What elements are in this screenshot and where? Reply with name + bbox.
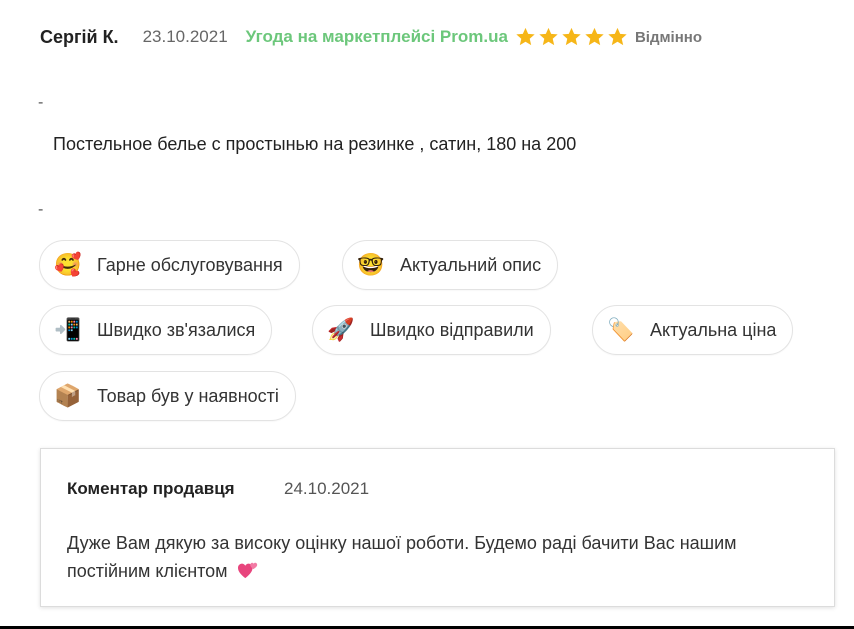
- star-icon: [539, 27, 558, 46]
- seller-comment-title: Коментар продавця: [67, 479, 235, 498]
- tag-good-service: 🥰 Гарне обслуговування: [39, 240, 300, 290]
- review-header: Сергій К. 23.10.2021 Угода на маркетплей…: [40, 24, 702, 50]
- tag-label: Актуальний опис: [400, 254, 542, 275]
- tag-label: Гарне обслуговування: [97, 254, 283, 275]
- tag-quick-shipping: 🚀 Швидко відправили: [312, 305, 551, 355]
- tag-in-stock: 📦 Товар був у наявності: [39, 371, 296, 421]
- tag-label: Швидко відправили: [370, 319, 534, 340]
- rating-label: Відмінно: [634, 28, 703, 46]
- seller-comment-text: Дуже Вам дякую за високу оцінку нашої ро…: [67, 533, 737, 581]
- review-author: Сергій К.: [40, 26, 119, 47]
- tag-quick-contact: 📲 Швидко зв'язалися: [39, 305, 273, 355]
- tag-accurate-description: 🤓 Актуальний опис: [342, 240, 559, 290]
- separator-dash: -: [38, 94, 44, 111]
- tag-label: Актуальна ціна: [650, 319, 777, 340]
- two-hearts-icon: [237, 562, 257, 579]
- seller-comment-card: Коментар продавця 24.10.2021 Дуже Вам дя…: [40, 448, 835, 607]
- package-icon: 📦: [54, 383, 82, 408]
- price-tag-icon: 🏷️: [607, 317, 635, 342]
- tag-accurate-price: 🏷️ Актуальна ціна: [592, 305, 794, 355]
- separator-dash: -: [38, 201, 44, 218]
- tag-label: Швидко зв'язалися: [97, 319, 256, 340]
- smiling-face-with-hearts-icon: 🥰: [54, 252, 82, 277]
- tag-label: Товар був у наявності: [97, 385, 279, 406]
- star-icon: [562, 27, 581, 46]
- marketplace-deal-label: Угода на маркетплейсі Prom.ua: [245, 27, 508, 46]
- nerd-face-icon: 🤓: [357, 252, 385, 277]
- mobile-phone-arrow-icon: 📲: [54, 317, 82, 342]
- rocket-icon: 🚀: [327, 317, 355, 342]
- star-icon: [585, 27, 604, 46]
- seller-comment-body: Дуже Вам дякую за високу оцінку нашої ро…: [67, 529, 817, 585]
- star-icon: [608, 27, 627, 46]
- star-icon: [516, 27, 535, 46]
- rating-stars: [514, 26, 629, 48]
- review-date: 23.10.2021: [142, 27, 228, 46]
- review-product-text: Постельное белье с простынью на резинке …: [53, 134, 577, 154]
- seller-comment-date: 24.10.2021: [284, 479, 370, 498]
